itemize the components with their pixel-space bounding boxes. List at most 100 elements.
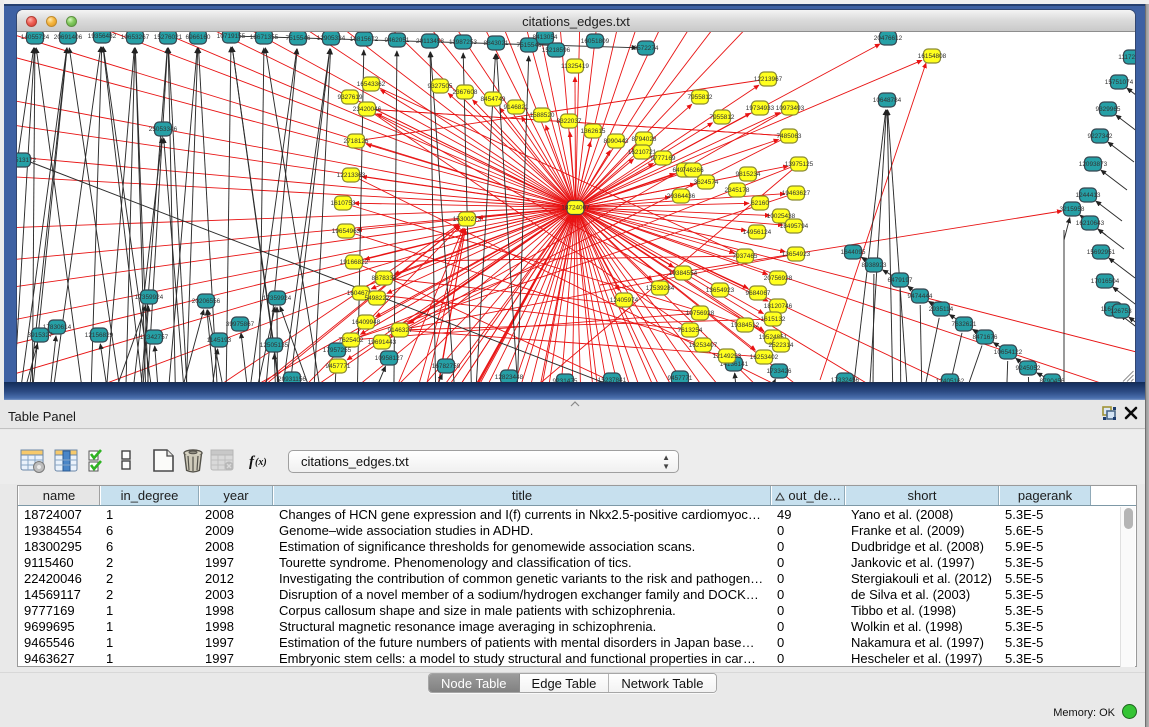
svg-text:11325419: 11325419 bbox=[561, 63, 589, 70]
svg-text:14055724: 14055724 bbox=[21, 34, 50, 41]
svg-text:16513172: 16513172 bbox=[17, 157, 37, 164]
svg-text:10654122: 10654122 bbox=[994, 349, 1023, 356]
svg-text:20113458: 20113458 bbox=[416, 38, 444, 45]
svg-text:62160: 62160 bbox=[751, 200, 769, 207]
svg-text:20691406: 20691406 bbox=[54, 34, 83, 41]
svg-text:1244413: 1244413 bbox=[1076, 192, 1101, 199]
svg-text:12213967: 12213967 bbox=[754, 76, 783, 83]
svg-text:12093873: 12093873 bbox=[1079, 161, 1108, 168]
svg-text:18671355: 18671355 bbox=[250, 34, 279, 41]
svg-text:39975867: 39975867 bbox=[226, 321, 255, 328]
svg-text:9327505: 9327505 bbox=[428, 83, 453, 90]
svg-text:3572274: 3572274 bbox=[634, 45, 659, 52]
svg-text:2367608: 2367608 bbox=[453, 89, 478, 96]
svg-text:9474444: 9474444 bbox=[908, 293, 933, 300]
svg-text:20364436: 20364436 bbox=[667, 193, 696, 200]
svg-text:7485063: 7485063 bbox=[777, 133, 802, 140]
svg-text:1588520: 1588520 bbox=[530, 112, 555, 119]
svg-text:12905334: 12905334 bbox=[317, 35, 346, 42]
svg-text:9815234: 9815234 bbox=[736, 171, 761, 178]
svg-text:1733426: 1733426 bbox=[767, 368, 792, 375]
svg-text:9227342: 9227342 bbox=[1088, 133, 1113, 140]
svg-text:19356482: 19356482 bbox=[88, 33, 117, 40]
svg-text:7955812: 7955812 bbox=[710, 114, 735, 121]
svg-text:8790456: 8790456 bbox=[1040, 378, 1065, 382]
svg-text:18495794: 18495794 bbox=[780, 223, 809, 230]
svg-text:12505135: 12505135 bbox=[260, 342, 289, 349]
svg-text:8990443: 8990443 bbox=[604, 138, 629, 145]
svg-text:1644095: 1644095 bbox=[841, 249, 866, 256]
svg-text:7937465: 7937465 bbox=[733, 253, 758, 260]
svg-text:17016504: 17016504 bbox=[1091, 278, 1120, 285]
svg-text:2522314: 2522314 bbox=[769, 342, 794, 349]
svg-text:9457771: 9457771 bbox=[668, 375, 693, 382]
svg-text:9457771: 9457771 bbox=[326, 363, 351, 370]
svg-text:12405974: 12405974 bbox=[610, 297, 639, 304]
svg-text:15751074: 15751074 bbox=[1105, 79, 1134, 86]
svg-text:6479197: 6479197 bbox=[888, 277, 913, 284]
svg-text:3915327: 3915327 bbox=[28, 332, 53, 339]
svg-text:16210643: 16210643 bbox=[1076, 220, 1105, 227]
svg-text:17332456: 17332456 bbox=[831, 377, 860, 382]
svg-text:16253407: 16253407 bbox=[689, 342, 718, 349]
svg-text:16051809: 16051809 bbox=[581, 38, 610, 45]
svg-text:20756928: 20756928 bbox=[764, 275, 793, 282]
svg-text:10653267: 10653267 bbox=[121, 34, 150, 41]
svg-text:12342757: 12342757 bbox=[140, 334, 169, 341]
svg-text:8843021: 8843021 bbox=[484, 40, 509, 47]
svg-text:7955812: 7955812 bbox=[688, 94, 713, 101]
svg-text:9684067: 9684067 bbox=[746, 290, 771, 297]
svg-text:8454749: 8454749 bbox=[481, 96, 506, 103]
svg-text:8938923: 8938923 bbox=[862, 262, 887, 269]
svg-text:1610753: 1610753 bbox=[331, 200, 356, 207]
svg-text:1145193: 1145193 bbox=[207, 337, 232, 344]
svg-text:15692951: 15692951 bbox=[1087, 249, 1116, 256]
svg-text:8878334: 8878334 bbox=[372, 275, 397, 282]
svg-text:10719155: 10719155 bbox=[217, 33, 246, 40]
svg-text:19734933: 19734933 bbox=[746, 105, 775, 112]
svg-text:3215958: 3215958 bbox=[1060, 206, 1085, 213]
svg-text:(x): (x) bbox=[255, 457, 267, 468]
svg-text:6966160: 6966160 bbox=[186, 34, 211, 41]
svg-text:9146327: 9146327 bbox=[388, 327, 413, 334]
svg-text:9329965: 9329965 bbox=[1096, 106, 1121, 113]
svg-text:13654923: 13654923 bbox=[706, 287, 735, 294]
svg-text:17359924: 17359924 bbox=[263, 295, 292, 302]
svg-text:15276021: 15276021 bbox=[154, 34, 183, 41]
svg-text:9146821: 9146821 bbox=[504, 104, 529, 111]
svg-text:13654923: 13654923 bbox=[782, 251, 811, 258]
svg-text:18120746: 18120746 bbox=[764, 303, 793, 310]
svg-text:16543362: 16543362 bbox=[357, 81, 386, 88]
svg-text:17359924: 17359924 bbox=[135, 294, 164, 301]
svg-text:8322037: 8322037 bbox=[557, 118, 582, 125]
svg-text:20476612: 20476612 bbox=[874, 35, 903, 42]
svg-text:19654963: 19654963 bbox=[332, 228, 361, 235]
svg-text:7515546: 7515546 bbox=[286, 35, 311, 42]
svg-text:16253402: 16253402 bbox=[750, 354, 779, 361]
svg-text:18724007: 18724007 bbox=[561, 205, 590, 212]
svg-text:11172845: 11172845 bbox=[1118, 54, 1135, 61]
svg-text:7632621: 7632621 bbox=[952, 321, 977, 328]
svg-text:9231475: 9231475 bbox=[553, 378, 578, 382]
svg-text:10648784: 10648784 bbox=[873, 97, 902, 104]
svg-text:9327619: 9327619 bbox=[338, 94, 363, 101]
svg-text:19166822: 19166822 bbox=[340, 259, 369, 266]
svg-text:3624574: 3624574 bbox=[694, 179, 719, 186]
svg-text:7625402: 7625402 bbox=[339, 337, 364, 344]
svg-text:15300273: 15300273 bbox=[453, 216, 482, 223]
svg-text:16154808: 16154808 bbox=[918, 53, 947, 60]
svg-text:12156829: 12156829 bbox=[85, 332, 114, 339]
svg-text:17539284: 17539284 bbox=[646, 285, 675, 292]
svg-text:2718126: 2718126 bbox=[344, 138, 369, 145]
svg-text:9462051: 9462051 bbox=[385, 37, 410, 44]
svg-text:2345178: 2345178 bbox=[725, 187, 750, 194]
svg-text:15237841: 15237841 bbox=[598, 377, 627, 382]
svg-text:16409948: 16409948 bbox=[352, 319, 381, 326]
svg-text:10973493: 10973493 bbox=[776, 105, 805, 112]
svg-text:11987253: 11987253 bbox=[449, 39, 477, 46]
svg-text:7613254: 7613254 bbox=[678, 327, 703, 334]
svg-text:12149253: 12149253 bbox=[713, 353, 742, 360]
svg-text:15218596: 15218596 bbox=[542, 47, 571, 54]
svg-text:746266: 746266 bbox=[682, 167, 704, 174]
svg-text:10958127: 10958127 bbox=[375, 355, 404, 362]
